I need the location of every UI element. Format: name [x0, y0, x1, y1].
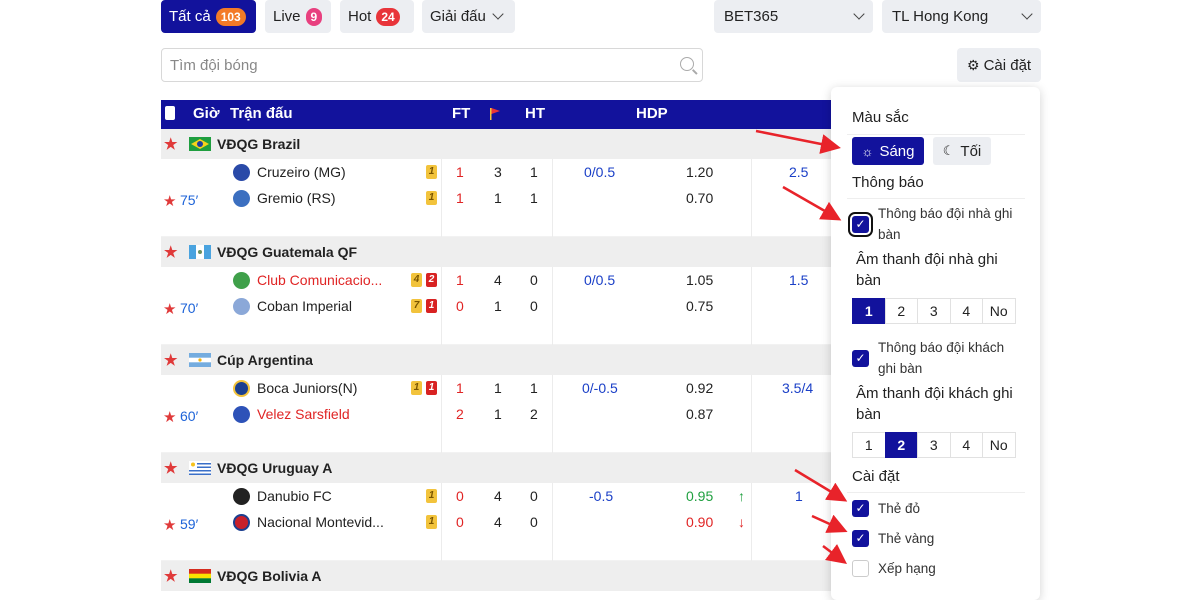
- annotation-arrow: [794, 468, 848, 502]
- annotation-arrow: [811, 514, 848, 533]
- annotation-arrow: [822, 544, 847, 564]
- annotation-arrows: [755, 129, 848, 564]
- annotation-arrow: [782, 185, 842, 221]
- annotation-arrow: [755, 129, 841, 154]
